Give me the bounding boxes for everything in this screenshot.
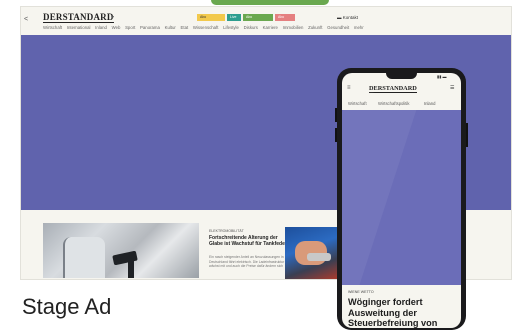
signal-icon: ▮▮ ▬ [437, 74, 447, 79]
chevron-down-icon[interactable]: ▾ [111, 14, 114, 21]
nav-item[interactable]: Zukunft [308, 25, 322, 30]
phone-volume-button [335, 108, 337, 122]
site-logo[interactable]: DERSTANDARD [43, 13, 114, 23]
contact-label: Kontakt [342, 15, 359, 20]
phone-tab[interactable]: Inland [424, 101, 435, 106]
phone-volume-button [335, 128, 337, 142]
back-arrow-icon[interactable]: < [24, 16, 28, 23]
nav-item[interactable]: Immobilien [283, 25, 304, 30]
phone-screen: 15:09 ▮▮ ▬ ≡ DERSTANDARD ☰ Wirtschaft Wi… [342, 73, 461, 328]
phone-site-logo[interactable]: DERSTANDARD [369, 85, 417, 93]
phone-stage-ad[interactable] [342, 110, 461, 285]
nav-item[interactable]: Kultur [165, 25, 176, 30]
nav-item[interactable]: Web [112, 25, 121, 30]
nav-item[interactable]: Wirtschaft [43, 25, 62, 30]
phone-mockup: 15:09 ▮▮ ▬ ≡ DERSTANDARD ☰ Wirtschaft Wi… [335, 68, 468, 330]
nav-item[interactable]: International [67, 25, 91, 30]
article-kicker: ELEKTROMOBILITÄT [209, 229, 244, 233]
secondary-article-image[interactable] [285, 227, 341, 279]
header-badges: Abo Live Abo Abo [197, 14, 295, 21]
article-title[interactable]: Fortschreitende Alterung der Glabe ist W… [209, 235, 287, 247]
badge-1[interactable]: Live [227, 14, 241, 21]
nav-item[interactable]: Lifestyle [223, 25, 239, 30]
phone-article-title[interactable]: Wöginger fordert Ausweitung der Steuerbe… [348, 297, 456, 328]
caption-label: Stage Ad [22, 294, 112, 319]
nav-item[interactable]: mehr [354, 25, 364, 30]
badge-3[interactable]: Abo [275, 14, 295, 21]
contact-link[interactable]: ▬ Kontakt [337, 15, 358, 20]
account-icon[interactable]: ☰ [450, 85, 454, 91]
nav-item[interactable]: Etat [181, 25, 189, 30]
nav-item[interactable]: Panorama [140, 25, 160, 30]
car-shape [63, 237, 105, 278]
phone-power-button [466, 123, 468, 147]
nav-item[interactable]: Karriere [263, 25, 278, 30]
nav-item[interactable]: Wissenschaft [193, 25, 219, 30]
tool-shape [307, 253, 331, 261]
top-promo-tab [211, 0, 329, 5]
desktop-nav: Wirtschaft International Inland Web Spor… [43, 25, 367, 30]
phone-notch [386, 73, 417, 79]
nav-item[interactable]: Inland [95, 25, 107, 30]
article-image[interactable] [43, 223, 199, 278]
badge-0[interactable]: Abo [197, 14, 225, 21]
badge-2[interactable]: Abo [243, 14, 273, 21]
article-teaser: Ein rasch steigender Anteil an Neuzulass… [209, 255, 285, 269]
phone-article-kicker: WIENE WETTO [348, 290, 374, 294]
desktop-header: < DERSTANDARD ▾ Abo Live Abo Abo ▬ Konta… [21, 7, 511, 35]
charging-cable [128, 259, 134, 278]
nav-item[interactable]: Gesundheit [327, 25, 349, 30]
nav-item[interactable]: Diskurs [244, 25, 258, 30]
nav-item[interactable]: Sport [125, 25, 135, 30]
